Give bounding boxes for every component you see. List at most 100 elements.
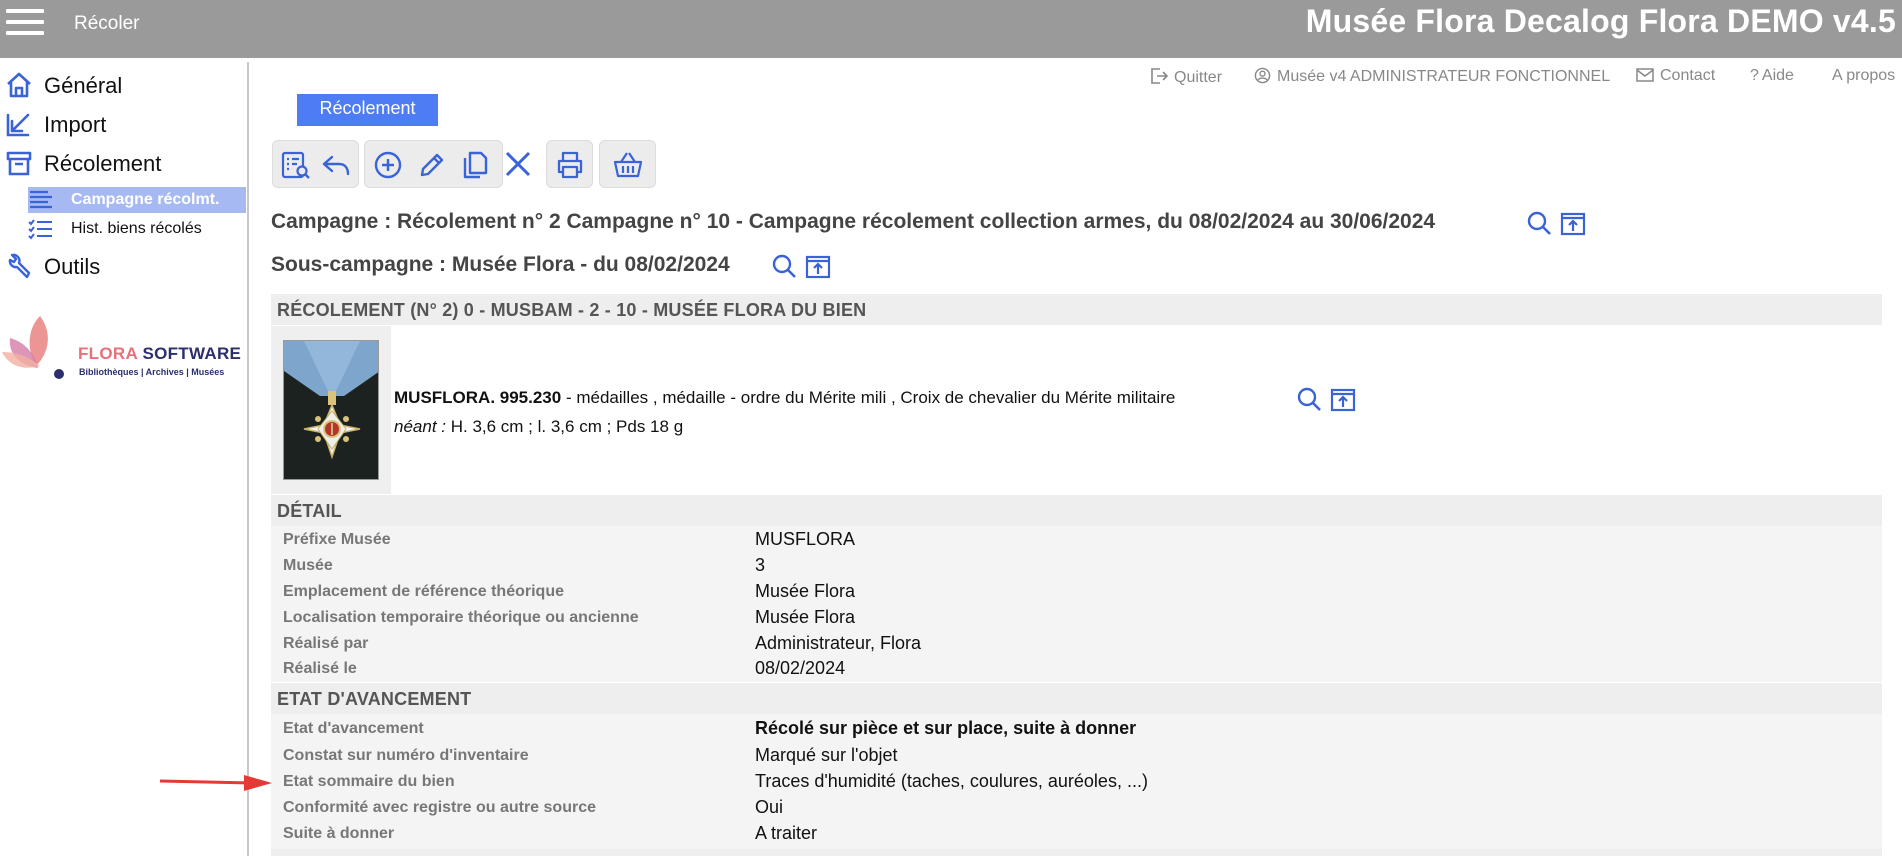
print-icon (557, 151, 583, 179)
sidebar-subitem-label: Campagne récolmt. (71, 191, 220, 208)
sidebar-item-label: Import (44, 112, 107, 137)
print-button[interactable] (550, 147, 590, 183)
campaign-search-button[interactable] (1525, 209, 1553, 237)
checklist-icon (28, 219, 52, 240)
object-description: - médailles , médaille - ordre du Mérite… (561, 388, 1176, 407)
object-identification: MUSFLORA. 995.230 - médailles , médaille… (394, 388, 1175, 408)
object-actions (1295, 385, 1359, 413)
sidebar-item-label: Récolement (44, 151, 162, 176)
list-icon (30, 190, 52, 209)
object-summary: MUSFLORA. 995.230 - médailles , médaille… (271, 326, 1882, 494)
detail-row: Localisation temporaire théorique ou anc… (283, 607, 856, 627)
detail-row: Préfixe Musée MUSFLORA (283, 529, 856, 549)
detail-row: Emplacement de référence théorique Musée … (283, 581, 856, 601)
sidebar-subitem-label: Hist. biens récolés (71, 220, 202, 237)
annotation-arrow-icon (160, 775, 272, 791)
help-link[interactable]: ? Aide (1750, 67, 1794, 85)
sidebar-subitem-hist[interactable]: Hist. biens récolés (28, 216, 246, 242)
archive-box-icon (6, 151, 32, 176)
edit-button[interactable] (412, 147, 452, 183)
open-external-icon (1330, 388, 1356, 412)
quit-link[interactable]: Quitter (1150, 67, 1222, 87)
flora-logo-mark (2, 316, 64, 379)
home-icon (7, 72, 31, 98)
detail-row: Réalisé le 08/02/2024 (283, 658, 846, 678)
detail-header: DÉTAIL (277, 501, 342, 521)
campaign-title: Campagne : Récolement n° 2 Campagne n° 1… (271, 210, 1436, 233)
delete-button[interactable] (498, 146, 538, 182)
object-thumbnail[interactable] (283, 340, 379, 480)
hamburger-menu-icon[interactable] (4, 7, 44, 41)
basket-icon (613, 152, 643, 178)
back-button[interactable] (316, 147, 356, 183)
object-search-button[interactable] (1295, 385, 1323, 413)
question-icon: ? (1750, 67, 1759, 84)
medal-image (284, 341, 378, 479)
record-header: RÉCOLEMENT (N° 2) 0 - MUSBAM - 2 - 10 - … (277, 300, 867, 320)
user-circle-icon (1254, 67, 1271, 84)
sidebar-item-outils[interactable]: Outils (0, 247, 246, 285)
basket-button[interactable] (608, 147, 648, 183)
flora-software-logo: FLORA SOFTWARE Bibliothèques | Archives … (0, 308, 246, 380)
subcampaign-search-button[interactable] (770, 252, 798, 280)
sidebar: Général Import Récolement Campagne récol… (0, 62, 248, 856)
sidebar-subitem-campagne[interactable]: Campagne récolmt. (28, 187, 246, 213)
progress-row: Constat sur numéro d'inventaire Marqué su… (283, 745, 898, 765)
top-bar: Récoler Musée Flora Decalog Flora DEMO v… (0, 0, 1902, 58)
delete-icon (505, 151, 531, 177)
bottom-strip (271, 849, 1882, 856)
sidebar-item-recolement[interactable]: Récolement (0, 144, 246, 182)
undo-icon (322, 155, 350, 176)
add-button[interactable] (368, 147, 408, 183)
tab-recolement[interactable]: Récolement (297, 94, 438, 126)
logo-tagline: Bibliothèques | Archives | Musées (79, 367, 225, 377)
about-link[interactable]: A propos (1832, 67, 1895, 85)
detail-header-bar: DÉTAIL (271, 495, 1882, 526)
toolbar-group-basket (599, 140, 656, 188)
add-icon (374, 151, 402, 179)
inventory-number: MUSFLORA. 995.230 (394, 388, 562, 407)
object-dimensions: H. 3,6 cm ; l. 3,6 cm ; Pds 18 g (446, 417, 684, 436)
record-header-bar: RÉCOLEMENT (N° 2) 0 - MUSBAM - 2 - 10 - … (271, 294, 1882, 325)
search-icon (1527, 211, 1551, 235)
search-list-icon (281, 151, 310, 179)
search-icon (1297, 387, 1321, 411)
progress-header: ETAT D'AVANCEMENT (277, 689, 472, 709)
progress-row: Etat sommaire du bien Traces d'humidité (… (283, 771, 1148, 791)
subcampaign-title: Sous-campagne : Musée Flora - du 08/02/2… (271, 253, 730, 276)
progress-row: Suite à donner A traiter (283, 823, 818, 843)
detail-row: Musée 3 (283, 555, 766, 575)
progress-row: Conformité avec registre ou autre source… (283, 797, 784, 817)
app-title: Musée Flora Decalog Flora DEMO v4.5 (1305, 3, 1896, 39)
object-dimensions-line: néant : H. 3,6 cm ; l. 3,6 cm ; Pds 18 g (394, 417, 683, 437)
subcampaign-open-button[interactable] (804, 252, 832, 280)
toolbar-group-print (546, 140, 593, 188)
search-icon (772, 254, 796, 278)
wrench-icon (8, 253, 31, 279)
toolbar-group-nav (272, 140, 359, 188)
contact-link[interactable]: Contact (1636, 67, 1715, 85)
page-title: Récoler (74, 13, 140, 34)
copy-icon (463, 151, 488, 179)
copy-button[interactable] (455, 147, 495, 183)
sidebar-item-general[interactable]: Général (0, 66, 246, 104)
open-external-icon (805, 255, 831, 279)
campaign-open-button[interactable] (1559, 209, 1587, 237)
subcampaign-actions (770, 252, 834, 280)
import-icon (6, 113, 30, 137)
sidebar-item-label: Général (44, 73, 123, 98)
search-list-button[interactable] (276, 147, 316, 183)
object-open-button[interactable] (1329, 385, 1357, 413)
logout-icon (1151, 68, 1168, 84)
sidebar-item-import[interactable]: Import (0, 105, 246, 143)
user-link[interactable]: Musée v4 ADMINISTRATEUR FONCTIONNEL (1254, 67, 1610, 86)
sidebar-item-label: Outils (44, 254, 101, 279)
toolbar-group-edit (364, 140, 503, 188)
dimensions-label: néant : (394, 417, 446, 436)
open-external-icon (1560, 212, 1586, 236)
logo-name: FLORA SOFTWARE (78, 344, 242, 363)
detail-row: Réalisé par Administrateur, Flora (283, 633, 922, 653)
progress-row: Etat d'avancement Récolé sur pièce et sur… (283, 718, 1137, 738)
progress-header-bar: ETAT D'AVANCEMENT (271, 683, 1882, 714)
campaign-actions (1525, 209, 1589, 237)
